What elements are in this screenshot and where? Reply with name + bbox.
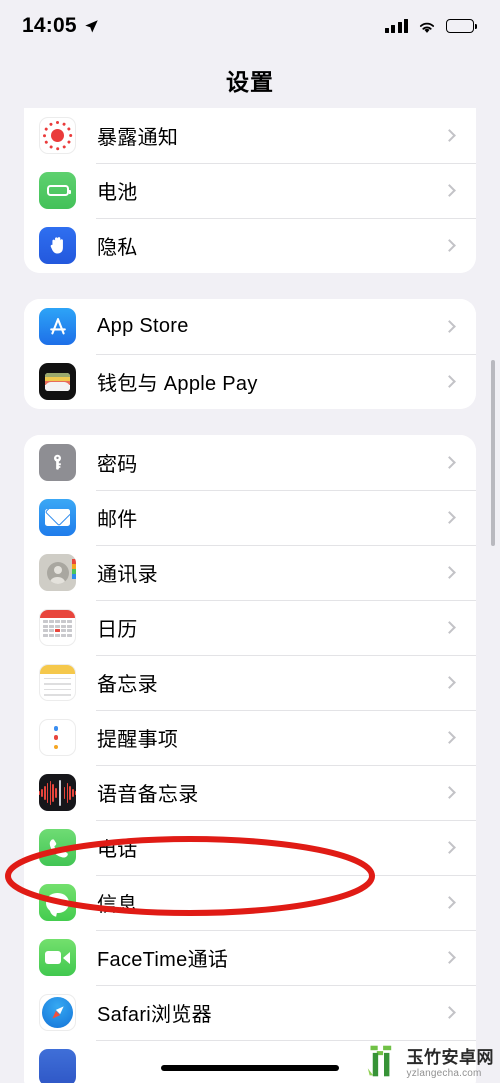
chevron-right-icon — [443, 621, 456, 634]
chevron-right-icon — [443, 731, 456, 744]
chevron-right-icon — [443, 896, 456, 909]
status-bar-right — [384, 19, 478, 34]
settings-row-label: FaceTime通话 — [97, 949, 229, 971]
settings-row-label: 钱包与 Apple Pay — [97, 373, 258, 395]
settings-row-contacts[interactable]: 通讯录 — [24, 545, 476, 600]
settings-group-apps: 密码 邮件 通讯录 日历 备忘录 提醒事项 语音备忘录 电话 信息 FaceTi… — [24, 435, 476, 1083]
chevron-right-icon — [443, 456, 456, 469]
settings-row-facetime[interactable]: FaceTime通话 — [24, 930, 476, 985]
settings-row-label: 密码 — [97, 454, 138, 476]
facetime-icon — [39, 939, 76, 976]
settings-row-label: 隐私 — [97, 237, 138, 259]
settings-row-label: App Store — [97, 315, 189, 337]
phone-icon — [39, 829, 76, 866]
chevron-right-icon — [443, 129, 456, 142]
settings-row-label: 邮件 — [97, 509, 138, 531]
settings-row-messages[interactable]: 信息 — [24, 875, 476, 930]
key-icon — [39, 444, 76, 481]
settings-row-label: 日历 — [97, 619, 138, 641]
settings-row-notes[interactable]: 备忘录 — [24, 655, 476, 710]
settings-row-mail[interactable]: 邮件 — [24, 490, 476, 545]
mail-icon — [39, 499, 76, 536]
settings-row-exposure-notification[interactable]: 暴露通知 — [24, 108, 476, 163]
watermark-logo-icon — [367, 1045, 391, 1077]
settings-row-app-store[interactable]: App Store — [24, 299, 476, 354]
settings-row-wallet-apple-pay[interactable]: 钱包与 Apple Pay — [24, 354, 476, 409]
settings-row-label: 通讯录 — [97, 564, 158, 586]
app-store-icon — [39, 308, 76, 345]
chevron-right-icon — [443, 375, 456, 388]
battery-icon — [446, 19, 478, 33]
settings-row-label: 电话 — [97, 839, 138, 861]
settings-row-label: 电池 — [97, 182, 138, 204]
safari-icon — [39, 994, 76, 1031]
messages-icon — [39, 884, 76, 921]
page-title: 设置 — [226, 69, 274, 95]
chevron-right-icon — [443, 566, 456, 579]
watermark-text: 玉竹安卓网 yzlangecha.com — [407, 1049, 495, 1079]
privacy-hand-icon — [39, 227, 76, 264]
navigation-bar: 设置 — [0, 52, 500, 108]
watermark-url: yzlangecha.com — [406, 1068, 482, 1079]
chevron-right-icon — [443, 239, 456, 252]
settings-row-safari[interactable]: Safari浏览器 — [24, 985, 476, 1040]
watermark: 玉竹安卓网 yzlangecha.com — [366, 1043, 495, 1079]
voice-memos-icon — [39, 774, 76, 811]
exposure-notification-icon — [39, 117, 76, 154]
settings-row-voice-memos[interactable]: 语音备忘录 — [24, 765, 476, 820]
settings-group-system: 暴露通知 电池 隐私 — [24, 108, 476, 273]
home-indicator — [161, 1065, 339, 1071]
wifi-icon — [419, 22, 435, 33]
status-bar-clock: 14:05 — [22, 14, 77, 37]
chevron-right-icon — [443, 951, 456, 964]
status-bar-left: 14:05 — [22, 14, 99, 38]
settings-row-battery[interactable]: 电池 — [24, 163, 476, 218]
chevron-right-icon — [443, 320, 456, 333]
battery-settings-icon — [39, 172, 76, 209]
status-bar: 14:05 — [0, 0, 500, 52]
cellular-signal-icon — [384, 19, 408, 33]
settings-row-privacy[interactable]: 隐私 — [24, 218, 476, 273]
chevron-right-icon — [443, 676, 456, 689]
settings-row-label: 信息 — [97, 894, 138, 916]
reminders-icon — [39, 719, 76, 756]
chevron-right-icon — [443, 511, 456, 524]
partial-app-icon — [39, 1049, 76, 1083]
chevron-right-icon — [443, 841, 456, 854]
settings-row-passwords[interactable]: 密码 — [24, 435, 476, 490]
settings-row-label: 备忘录 — [97, 674, 158, 696]
location-arrow-icon — [84, 19, 98, 32]
settings-row-label: 语音备忘录 — [97, 784, 199, 806]
settings-row-phone[interactable]: 电话 — [24, 820, 476, 875]
vertical-scrollbar[interactable] — [491, 360, 495, 546]
settings-group-store: App Store 钱包与 Apple Pay — [24, 299, 476, 409]
chevron-right-icon — [443, 1006, 456, 1019]
settings-row-label: 提醒事项 — [97, 729, 179, 751]
settings-scroll-view[interactable]: 暴露通知 电池 隐私 App Store 钱包与 Apple Pay 密码 邮件… — [0, 108, 500, 1083]
settings-row-reminders[interactable]: 提醒事项 — [24, 710, 476, 765]
settings-row-calendar[interactable]: 日历 — [24, 600, 476, 655]
settings-row-label: Safari浏览器 — [97, 1004, 212, 1026]
chevron-right-icon — [443, 786, 456, 799]
contacts-icon — [39, 554, 76, 591]
calendar-icon — [39, 609, 76, 646]
wallet-icon — [39, 363, 76, 400]
notes-icon — [39, 664, 76, 701]
watermark-title: 玉竹安卓网 — [406, 1048, 494, 1067]
chevron-right-icon — [443, 184, 456, 197]
settings-row-label: 暴露通知 — [97, 127, 179, 149]
